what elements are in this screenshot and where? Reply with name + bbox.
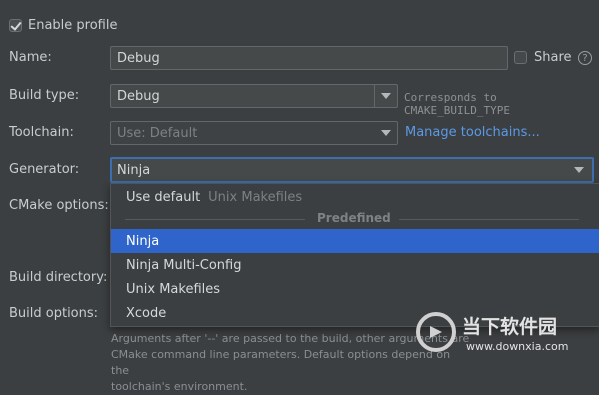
- use-default-label: Use default: [126, 189, 201, 205]
- build-type-dropdown-button[interactable]: [374, 85, 397, 107]
- watermark-logo-icon: [416, 312, 456, 352]
- build-options-label: Build options:: [9, 306, 99, 321]
- build-directory-label: Build directory:: [9, 270, 108, 285]
- name-label: Name:: [9, 50, 52, 65]
- cmake-options-label: CMake options:: [9, 198, 109, 213]
- build-type-combo[interactable]: Debug: [110, 84, 398, 108]
- enable-profile-checkbox[interactable]: [9, 19, 22, 32]
- chevron-down-icon: [381, 130, 391, 136]
- build-type-label: Build type:: [9, 88, 80, 103]
- toolchain-label: Toolchain:: [9, 125, 74, 140]
- section-header-predefined: Predefined: [317, 211, 391, 225]
- dropdown-item-unix-makefiles[interactable]: Unix Makefiles: [111, 277, 599, 301]
- option-label: Xcode: [126, 305, 167, 321]
- help-icon[interactable]: ?: [578, 51, 592, 65]
- dropdown-item-use-default[interactable]: Use default Unix Makefiles: [111, 185, 599, 209]
- watermark-logo: [416, 312, 456, 352]
- chevron-down-icon: [574, 167, 584, 173]
- option-label: Ninja: [126, 233, 160, 249]
- use-default-value: Unix Makefiles: [208, 189, 303, 205]
- separator-left: [125, 219, 305, 220]
- generator-dropdown-popup: Use default Unix Makefiles Predefined Ni…: [110, 183, 599, 327]
- build-type-hint: Corresponds to CMAKE_BUILD_TYPE: [404, 91, 510, 117]
- watermark-url: www.downxia.com: [466, 340, 569, 353]
- separator-right: [399, 219, 579, 220]
- generator-label: Generator:: [9, 162, 80, 177]
- enable-profile-label: Enable profile: [28, 18, 118, 33]
- option-label: Unix Makefiles: [126, 281, 221, 297]
- build-type-value: Debug: [117, 88, 160, 104]
- manage-toolchains-link[interactable]: Manage toolchains...: [405, 125, 540, 140]
- share-label: Share: [534, 50, 572, 65]
- name-field[interactable]: Debug: [110, 46, 508, 70]
- option-label: Ninja Multi-Config: [126, 257, 242, 273]
- generator-value: Ninja: [117, 162, 151, 178]
- help-glyph: ?: [582, 52, 588, 64]
- share-checkbox[interactable]: [514, 51, 527, 64]
- generator-combo[interactable]: Ninja: [110, 157, 594, 183]
- dropdown-item-ninja-multi-config[interactable]: Ninja Multi-Config: [111, 253, 599, 277]
- chevron-down-icon: [381, 93, 391, 99]
- name-value: Debug: [117, 50, 160, 66]
- dropdown-item-ninja[interactable]: Ninja: [111, 229, 599, 253]
- help-line: toolchain's environment.: [111, 380, 248, 393]
- toolchain-value: Use: Default: [117, 125, 198, 141]
- watermark-brand: 当下软件园: [462, 316, 558, 338]
- toolchain-combo[interactable]: Use: Default: [110, 121, 398, 145]
